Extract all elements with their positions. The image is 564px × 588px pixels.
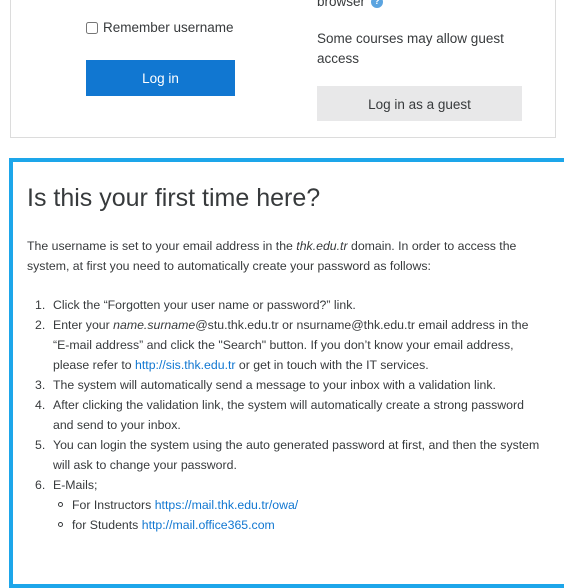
step-4-text: After clicking the validation link, the … (53, 398, 524, 432)
remember-username-checkbox[interactable] (86, 21, 98, 34)
step-2-italic: name.surname (113, 318, 196, 332)
step-6-text: E-Mails; (53, 478, 98, 492)
login-button[interactable]: Log in (86, 60, 235, 96)
step-number: 6. (35, 478, 46, 492)
cookies-notice: browser ? (317, 0, 384, 9)
guest-note: Some courses may allow guest access (317, 31, 504, 66)
info-title: Is this your first time here? (27, 184, 321, 212)
remember-username-label: Remember username (103, 20, 234, 35)
circle-bullet-icon (58, 502, 63, 507)
first-time-info-panel: Is this your first time here? The userna… (9, 158, 564, 588)
circle-bullet-icon (58, 522, 63, 527)
step-1: 1. Click the “Forgotten your user name o… (35, 295, 545, 315)
browser-text: browser (317, 0, 366, 9)
step-5: 5. You can login the system using the au… (35, 435, 545, 475)
students-mail-link[interactable]: http://mail.office365.com (142, 518, 275, 532)
email-list: For Instructors https://mail.thk.edu.tr/… (53, 495, 545, 535)
sis-link[interactable]: http://sis.thk.edu.tr (135, 358, 235, 372)
email-instructors: For Instructors https://mail.thk.edu.tr/… (58, 495, 545, 515)
step-5-text: You can login the system using the auto … (53, 438, 540, 472)
login-card: Remember username Log in browser ? Some … (10, 0, 556, 138)
step-2-text-c: or get in touch with the IT services. (235, 358, 429, 372)
step-2-text-a: Enter your (53, 318, 114, 332)
step-number: 5. (35, 438, 46, 452)
instructors-mail-link[interactable]: https://mail.thk.edu.tr/owa/ (155, 498, 299, 512)
step-number: 1. (35, 298, 46, 312)
question-circle-icon[interactable]: ? (371, 0, 384, 8)
students-label: for Students (72, 518, 142, 532)
intro-domain: thk.edu.tr (296, 239, 348, 253)
step-number: 4. (35, 398, 46, 412)
login-as-guest-button[interactable]: Log in as a guest (317, 86, 522, 121)
step-3: 3. The system will automatically send a … (35, 375, 545, 395)
step-1-text: Click the “Forgotten your user name or p… (53, 298, 356, 312)
step-2: 2. Enter your name.surname@stu.thk.edu.t… (35, 315, 545, 375)
step-number: 2. (35, 318, 46, 332)
intro-text-a: The username is set to your email addres… (27, 239, 297, 253)
step-number: 3. (35, 378, 46, 392)
step-6: 6. E-Mails; For Instructors https://mail… (35, 475, 545, 535)
step-3-text: The system will automatically send a mes… (53, 378, 496, 392)
steps-list: 1. Click the “Forgotten your user name o… (35, 295, 545, 535)
step-4: 4. After clicking the validation link, t… (35, 395, 545, 435)
email-students: for Students http://mail.office365.com (58, 515, 545, 535)
remember-username[interactable]: Remember username (86, 20, 234, 35)
instructors-label: For Instructors (72, 498, 155, 512)
intro-text: The username is set to your email addres… (27, 236, 547, 276)
